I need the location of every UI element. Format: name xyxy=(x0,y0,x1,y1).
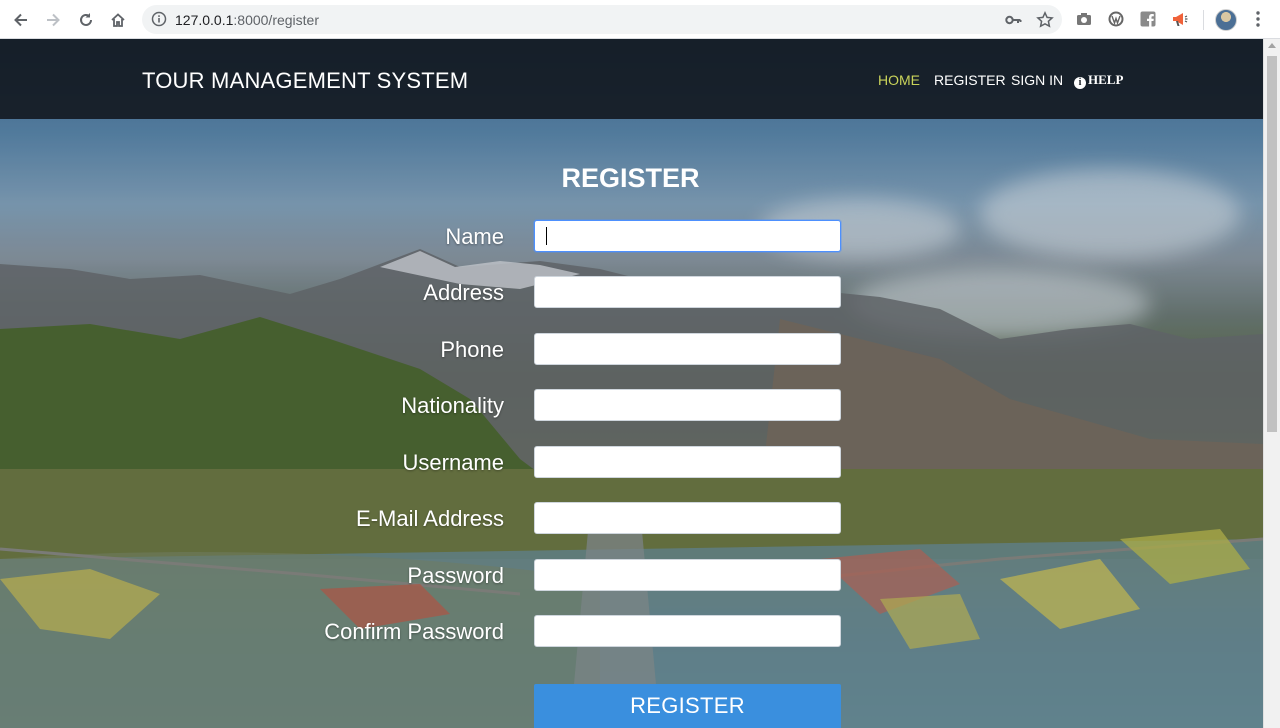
username-label: Username xyxy=(402,450,504,475)
address-label: Address xyxy=(423,280,504,305)
phone-label: Phone xyxy=(440,337,504,362)
forward-arrow-icon[interactable] xyxy=(41,8,65,32)
browser-toolbar: 127.0.0.1:8000/register xyxy=(0,0,1280,39)
confirm-password-label: Confirm Password xyxy=(324,619,504,644)
password-input[interactable] xyxy=(534,559,841,591)
text-caret xyxy=(546,227,547,245)
info-icon[interactable] xyxy=(151,11,167,27)
form-row-nationality: Nationality xyxy=(0,389,1263,423)
wordpress-icon[interactable] xyxy=(1107,10,1125,28)
name-label: Name xyxy=(445,224,504,249)
form-title: REGISTER xyxy=(0,163,1263,194)
url-path: :8000/register xyxy=(233,12,319,28)
back-arrow-icon[interactable] xyxy=(9,8,33,32)
reload-icon[interactable] xyxy=(74,8,98,32)
form-title-text: REGISTER xyxy=(561,163,700,193)
form-row-password: Password xyxy=(0,559,1263,593)
address-bar[interactable]: 127.0.0.1:8000/register xyxy=(142,5,1062,34)
form-row-username: Username xyxy=(0,446,1263,480)
nav-help[interactable]: i HELP xyxy=(1074,72,1123,89)
url-host: 127.0.0.1 xyxy=(175,12,234,28)
form-row-email: E-Mail Address xyxy=(0,502,1263,536)
key-icon[interactable] xyxy=(1004,11,1022,29)
register-submit-button[interactable]: REGISTER xyxy=(534,684,841,728)
email-label: E-Mail Address xyxy=(356,506,504,531)
form-row-address: Address xyxy=(0,276,1263,310)
form-row-phone: Phone xyxy=(0,333,1263,367)
page-scrollbar[interactable] xyxy=(1263,39,1280,728)
nav-home[interactable]: HOME xyxy=(878,72,920,88)
username-input[interactable] xyxy=(534,446,841,478)
facebook-icon[interactable] xyxy=(1139,10,1157,28)
page-viewport: TOUR MANAGEMENT SYSTEM HOME REGISTER SIG… xyxy=(0,39,1263,728)
phone-input[interactable] xyxy=(534,333,841,365)
form-row-confirm-password: Confirm Password xyxy=(0,615,1263,649)
form-row-name: Name xyxy=(0,220,1263,254)
confirm-password-input[interactable] xyxy=(534,615,841,647)
email-input[interactable] xyxy=(534,502,841,534)
address-input[interactable] xyxy=(534,276,841,308)
name-input[interactable] xyxy=(534,220,841,252)
site-navbar: TOUR MANAGEMENT SYSTEM HOME REGISTER SIG… xyxy=(0,39,1263,119)
toolbar-separator xyxy=(1203,10,1204,30)
site-brand[interactable]: TOUR MANAGEMENT SYSTEM xyxy=(142,68,468,94)
star-icon[interactable] xyxy=(1036,11,1054,29)
megaphone-icon[interactable] xyxy=(1171,10,1189,28)
home-icon[interactable] xyxy=(106,8,130,32)
nationality-input[interactable] xyxy=(534,389,841,421)
nav-help-label: HELP xyxy=(1088,72,1124,87)
scroll-up-arrow-icon[interactable] xyxy=(1268,43,1276,48)
url-text[interactable]: 127.0.0.1:8000/register xyxy=(175,12,319,28)
scroll-thumb[interactable] xyxy=(1267,56,1277,432)
info-circle-icon: i xyxy=(1074,77,1086,89)
camera-icon[interactable] xyxy=(1075,10,1093,28)
menu-dots-icon[interactable] xyxy=(1250,10,1266,28)
nationality-label: Nationality xyxy=(401,393,504,418)
nav-register[interactable]: REGISTER xyxy=(934,72,1006,88)
nav-sign-in[interactable]: SIGN IN xyxy=(1011,72,1063,88)
profile-avatar[interactable] xyxy=(1215,9,1237,31)
password-label: Password xyxy=(407,563,504,588)
